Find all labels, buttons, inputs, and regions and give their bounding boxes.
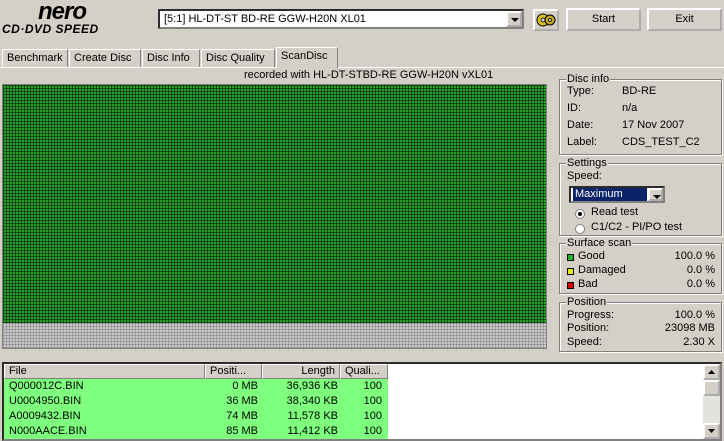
vertical-scrollbar[interactable] [703,364,720,439]
good-label: Good [578,250,605,262]
table-row[interactable]: U0004950.BIN 36 MB 38,340 KB 100 [4,394,388,409]
cd-dvd-speed-logo: CD·DVD SPEED [2,22,99,36]
disc-label-value: CDS_TEST_C2 [622,136,700,148]
scroll-thumb[interactable] [703,380,720,396]
tab-benchmark[interactable]: Benchmark [2,49,68,67]
disc-label-label: Label: [567,136,597,148]
file-length: 36,936 KB [286,380,338,392]
settings-title: Settings [566,157,608,169]
file-quality: 100 [363,410,382,422]
file-list[interactable]: File Positi... Length Quali... Q000012C.… [2,362,722,441]
file-length: 11,578 KB [287,410,338,422]
table-row[interactable]: N000AACE.BIN 85 MB 11,412 KB 100 [4,424,388,439]
table-row[interactable]: A0009432.BIN 74 MB 11,578 KB 100 [4,409,388,424]
speed-label: Speed: [567,170,602,182]
c1c2-test-radio[interactable] [575,224,585,234]
disc-date-value: 17 Nov 2007 [622,119,685,131]
bad-label: Bad [578,278,598,290]
disc-gear-icon [536,13,556,27]
start-button[interactable]: Start [566,8,641,31]
tab-create-disc[interactable]: Create Disc [69,49,141,67]
file-position: 85 MB [226,425,258,437]
drive-select[interactable]: [5:1] HL-DT-ST BD-RE GGW-H20N XL01 [158,9,524,29]
scan-map [2,84,547,349]
arrow-up-icon [708,370,715,374]
tab-disc-quality[interactable]: Disc Quality [201,49,275,67]
scroll-down-button[interactable] [703,423,720,439]
current-speed-label: Speed: [567,336,602,348]
position-value: 23098 MB [664,322,715,334]
drive-select-value: [5:1] HL-DT-ST BD-RE GGW-H20N XL01 [164,13,366,25]
drive-info-button[interactable] [533,9,559,31]
position-title: Position [566,296,608,308]
file-quality: 100 [363,425,382,437]
disc-type-label: Type: [567,85,594,97]
tab-scandisc[interactable]: ScanDisc [276,47,338,68]
scroll-up-button[interactable] [703,364,720,380]
progress-value: 100.0 % [674,309,715,321]
column-header-length[interactable]: Length [262,364,340,379]
arrow-down-icon [708,429,715,433]
file-position: 0 MB [232,380,258,392]
disc-info-title: Disc info [566,73,611,85]
recorded-with-label: recorded with HL-DT-STBD-RE GGW-H20N vXL… [244,69,494,81]
disc-id-value: n/a [622,102,638,114]
c1c2-test-label: C1/C2 - PI/PO test [591,221,683,233]
file-name: Q000012C.BIN [9,380,84,392]
tab-disc-info[interactable]: Disc Info [142,49,200,67]
chevron-down-icon[interactable] [506,11,522,27]
file-length: 11,412 KB [287,425,338,437]
file-quality: 100 [363,380,382,392]
position-group: Position Progress: 100.0 % Position: 230… [559,296,722,352]
file-name: A0009432.BIN [9,410,81,422]
file-position: 74 MB [226,410,258,422]
file-quality: 100 [363,395,382,407]
disc-date-label: Date: [567,119,594,131]
tab-panel-border [0,67,724,68]
disc-info-group: Disc info Type: BD-RE ID: n/a Date: 17 N… [559,73,722,155]
table-row[interactable]: Q000012C.BIN 0 MB 36,936 KB 100 [4,379,388,394]
bad-swatch [567,282,574,289]
scan-map-unused-area [3,323,546,348]
chevron-down-icon[interactable] [648,188,663,201]
column-header-quality[interactable]: Quali... [340,364,388,379]
good-swatch [567,254,574,261]
bad-value: 0.0 % [686,278,715,290]
surface-scan-group: Surface scan Good 100.0 % Damaged 0.0 % … [559,237,722,294]
file-name: U0004950.BIN [9,395,82,407]
speed-select-value: Maximum [573,188,647,201]
current-speed-value: 2.30 X [683,336,715,348]
damaged-value: 0.0 % [686,264,715,276]
file-position: 36 MB [226,395,258,407]
read-test-radio[interactable] [575,209,585,219]
disc-type-value: BD-RE [622,85,657,97]
good-value: 100.0 % [674,250,715,262]
column-header-position[interactable]: Positi... [205,364,262,379]
damaged-swatch [567,268,574,275]
column-header-file[interactable]: File [4,364,205,379]
progress-label: Progress: [567,309,615,321]
damaged-label: Damaged [578,264,626,276]
exit-button[interactable]: Exit [647,8,722,31]
speed-select[interactable]: Maximum [569,186,665,203]
file-name: N000AACE.BIN [9,425,87,437]
position-label: Position: [567,322,610,334]
file-length: 38,340 KB [286,395,338,407]
surface-scan-title: Surface scan [566,237,633,249]
read-test-label: Read test [591,206,639,218]
disc-id-label: ID: [567,102,582,114]
